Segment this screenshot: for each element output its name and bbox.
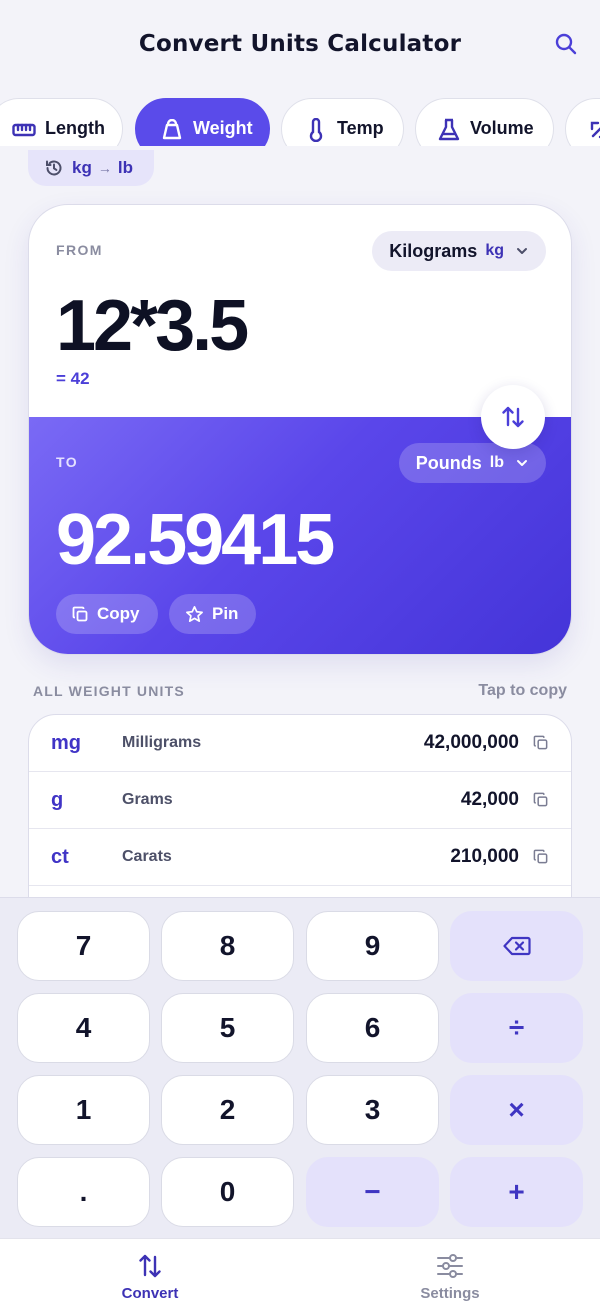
recent-to-unit: lb <box>117 158 133 177</box>
unit-row-mg[interactable]: mg Milligrams 42,000,000 <box>29 715 571 772</box>
key-0[interactable]: 0 <box>161 1157 294 1227</box>
nav-convert[interactable]: Convert <box>0 1239 300 1304</box>
keypad: 7 8 9 4 5 6 ÷ 1 2 3 × . 0 − + <box>0 897 600 1238</box>
tab-area[interactable] <box>565 98 600 146</box>
decimal-key[interactable]: . <box>17 1157 150 1227</box>
recent-conversion-chip[interactable]: kg → lb <box>28 150 154 186</box>
weight-icon <box>159 118 185 142</box>
recent-from-unit: kg <box>72 158 92 177</box>
ruler-icon <box>11 118 37 142</box>
from-label: FROM <box>56 242 103 258</box>
add-key[interactable]: + <box>450 1157 583 1227</box>
search-icon <box>555 33 577 55</box>
unit-value: 210,000 <box>450 846 519 867</box>
key-3[interactable]: 3 <box>306 1075 439 1145</box>
unit-value: 42,000 <box>460 789 519 810</box>
key-7[interactable]: 7 <box>17 911 150 981</box>
copy-button[interactable]: Copy <box>56 594 158 634</box>
tab-weight-label: Weight <box>193 118 253 138</box>
thermometer-icon <box>303 118 329 142</box>
key-1[interactable]: 1 <box>17 1075 150 1145</box>
key-5[interactable]: 5 <box>161 993 294 1063</box>
tab-length[interactable]: Length <box>0 98 123 146</box>
unit-symbol: ct <box>51 845 69 868</box>
unit-symbol: g <box>51 788 64 811</box>
tab-length-label: Length <box>45 118 105 138</box>
subtract-key[interactable]: − <box>306 1157 439 1227</box>
from-unit-abbr: kg <box>485 242 504 259</box>
category-tabs: Length Weight Temp Volume <box>0 98 600 146</box>
recent-arrow: → <box>97 160 112 176</box>
area-icon <box>586 118 600 142</box>
swap-units-button[interactable] <box>481 385 545 449</box>
copy-icon <box>533 849 549 865</box>
nav-settings-label: Settings <box>420 1285 480 1302</box>
evaluated-value: = 42 <box>56 369 90 388</box>
tab-weight[interactable]: Weight <box>135 98 270 146</box>
to-unit-selector[interactable]: Pounds lb <box>398 443 546 483</box>
copy-icon <box>72 606 89 623</box>
unit-name: Milligrams <box>122 734 202 751</box>
chevron-down-icon <box>516 247 528 255</box>
from-unit-name: Kilograms <box>389 240 478 261</box>
sliders-icon <box>436 1251 464 1281</box>
unit-row-g[interactable]: g Grams 42,000 <box>29 772 571 829</box>
unit-name: Carats <box>122 848 172 865</box>
divide-key[interactable]: ÷ <box>450 993 583 1063</box>
to-label: TO <box>56 454 78 470</box>
swap-icon <box>502 406 524 428</box>
star-icon <box>185 605 204 624</box>
all-units-heading: ALL WEIGHT UNITS <box>33 683 185 699</box>
unit-name: Grams <box>122 791 173 808</box>
pin-label: Pin <box>212 604 239 623</box>
app-header: Convert Units Calculator <box>0 0 600 88</box>
unit-value: 42,000,000 <box>423 732 519 753</box>
nav-settings[interactable]: Settings <box>300 1239 600 1304</box>
unit-row-ct[interactable]: ct Carats 210,000 <box>29 829 571 886</box>
unit-symbol: mg <box>51 731 81 754</box>
copy-icon <box>533 735 549 751</box>
flask-icon <box>436 118 462 142</box>
nav-convert-label: Convert <box>121 1285 179 1302</box>
tab-temp[interactable]: Temp <box>281 98 404 146</box>
to-unit-abbr: lb <box>489 454 504 471</box>
expression-input[interactable]: 12*3.5 <box>56 285 249 367</box>
backspace-key[interactable] <box>450 911 583 981</box>
history-icon <box>45 159 63 177</box>
bottom-nav: Convert Settings <box>0 1238 600 1304</box>
from-section: FROM Kilograms kg 12*3.5 = 42 <box>29 205 571 417</box>
backspace-icon <box>502 936 531 956</box>
key-2[interactable]: 2 <box>161 1075 294 1145</box>
copy-label: Copy <box>97 604 140 623</box>
to-unit-name: Pounds <box>415 452 482 473</box>
to-section: TO Pounds lb 92.59415 Copy Pin <box>29 417 571 654</box>
tab-volume[interactable]: Volume <box>415 98 554 146</box>
key-8[interactable]: 8 <box>161 911 294 981</box>
chevron-down-icon <box>516 459 528 467</box>
pin-button[interactable]: Pin <box>169 594 257 634</box>
tab-volume-label: Volume <box>470 118 534 138</box>
swap-icon <box>137 1251 163 1281</box>
copy-icon <box>533 792 549 808</box>
all-units-header: ALL WEIGHT UNITS Tap to copy <box>33 682 567 700</box>
result-value: 92.59415 <box>56 500 335 580</box>
search-button[interactable] <box>552 30 580 58</box>
multiply-key[interactable]: × <box>450 1075 583 1145</box>
tap-to-copy-hint: Tap to copy <box>478 682 567 699</box>
key-4[interactable]: 4 <box>17 993 150 1063</box>
key-9[interactable]: 9 <box>306 911 439 981</box>
tab-temp-label: Temp <box>337 118 384 138</box>
key-6[interactable]: 6 <box>306 993 439 1063</box>
from-unit-selector[interactable]: Kilograms kg <box>372 231 546 271</box>
page-title: Convert Units Calculator <box>138 31 462 57</box>
